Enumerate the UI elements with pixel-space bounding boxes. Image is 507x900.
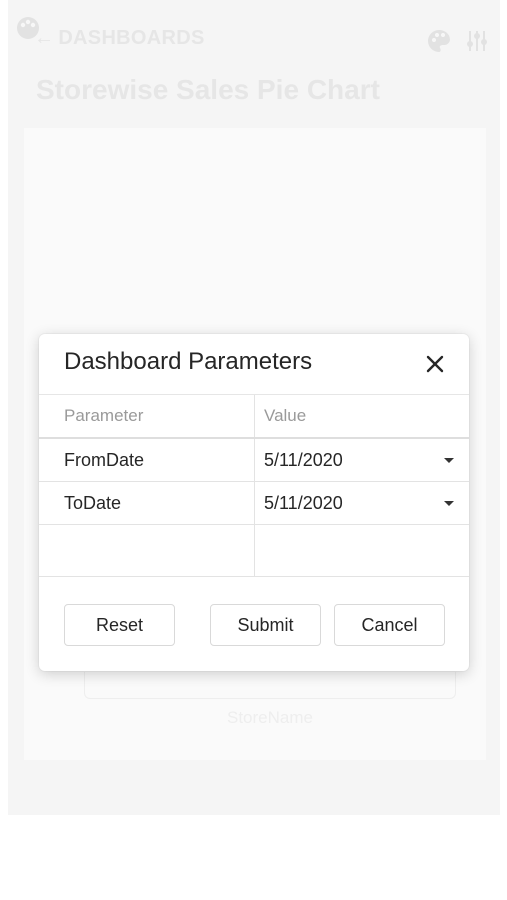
table-row: FromDate 5/11/2020 [39,439,469,482]
caret-down-icon[interactable] [444,458,454,463]
back-label: DASHBOARDS [58,27,205,49]
submit-button[interactable]: Submit [210,604,321,646]
dashboard-parameters-dialog: Dashboard Parameters Parameter Value Fro… [39,334,469,671]
palette-icon[interactable] [426,28,452,54]
parameters-grid: Parameter Value FromDate 5/11/2020 ToDat… [39,395,469,577]
app-screen: ← DASHBOARDS Storewise Sales Pie Chart S… [0,0,507,900]
dialog-footer: Reset Submit Cancel [39,578,469,671]
chart-legend-box [84,672,456,699]
table-row: ToDate 5/11/2020 [39,482,469,525]
close-icon[interactable] [423,352,447,376]
todate-value-dropdown[interactable]: 5/11/2020 [255,482,469,524]
back-to-dashboards-link[interactable]: ← DASHBOARDS [34,27,205,50]
dashboard-title: Storewise Sales Pie Chart [36,74,380,105]
dialog-title: Dashboard Parameters [64,348,313,375]
dialog-header: Dashboard Parameters [39,334,469,395]
grid-header-row: Parameter Value [39,395,469,439]
parameter-column-header: Parameter [39,395,255,437]
back-arrow-icon: ← [34,27,55,49]
value-column-header: Value [264,406,307,425]
fromdate-value-dropdown[interactable]: 5/11/2020 [255,439,469,481]
reset-button[interactable]: Reset [64,604,175,646]
caret-down-icon[interactable] [444,501,454,506]
filter-settings-icon[interactable] [464,28,490,54]
parameter-name-cell: ToDate [39,482,255,524]
empty-value-cell [255,525,469,576]
chart-axis-label: StoreName [227,708,313,727]
cancel-button[interactable]: Cancel [334,604,445,646]
empty-parameter-cell [39,525,255,576]
empty-table-row [39,525,469,577]
parameter-name-cell: FromDate [39,439,255,481]
